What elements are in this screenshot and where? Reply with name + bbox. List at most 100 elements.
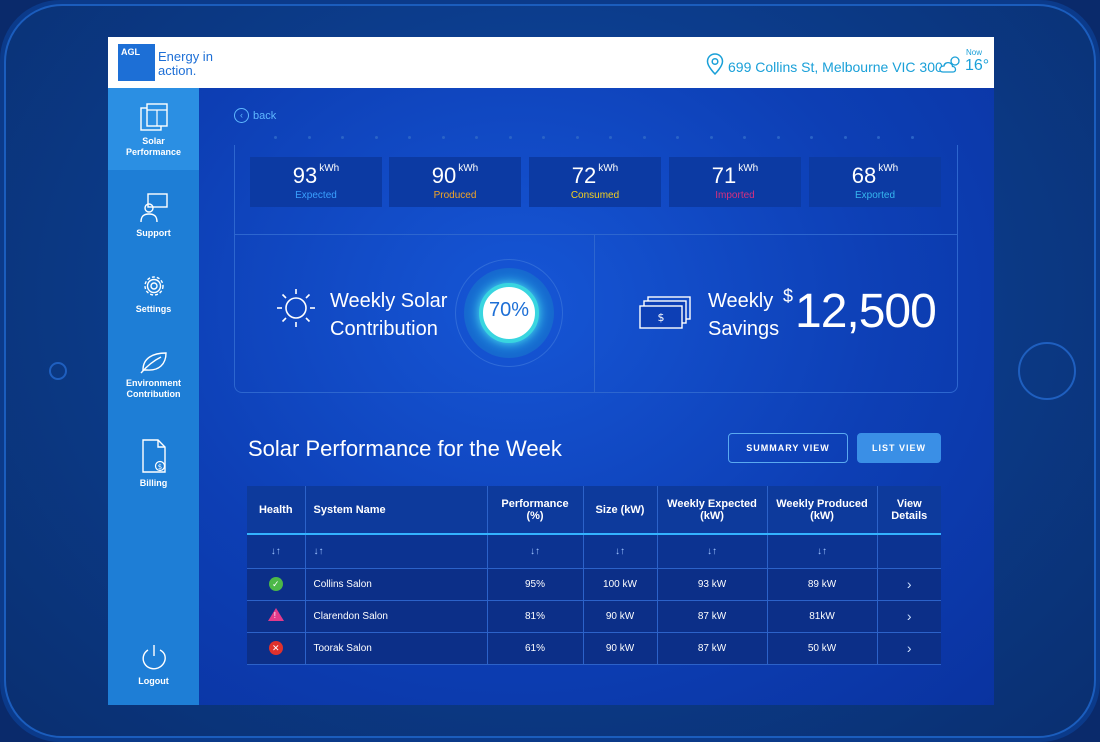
sort-weekly-produced[interactable]: ↓↑ <box>767 534 878 569</box>
location-address: 699 Collins St, Melbourne VIC 3000 <box>728 59 951 75</box>
stat-produced-label: Produced <box>433 190 477 201</box>
col-view-line-1: View <box>896 497 922 510</box>
performance-cell: 81% <box>487 600 584 633</box>
produced-cell: 50 kW <box>767 632 878 665</box>
app-screen: AGL Energy in action. 699 Collins St, Me… <box>108 37 994 705</box>
system-name-cell: Toorak Salon <box>305 632 488 665</box>
size-cell: 90 kW <box>583 632 658 665</box>
sidebar-label-support: Support <box>136 228 171 238</box>
sidebar-item-environment[interactable]: Environment Contribution <box>108 350 199 400</box>
col-health: Health <box>247 486 306 535</box>
table-row[interactable]: ✕ Toorak Salon 61% 90 kW 87 kW 50 kW › <box>247 632 941 665</box>
stat-consumed-unit: kWh <box>598 163 619 174</box>
solar-panel-icon <box>139 103 168 131</box>
col-performance-line-1: Performance <box>501 497 569 510</box>
sort-empty <box>877 534 941 569</box>
savings-amount: 12,500 <box>795 285 937 338</box>
stat-consumed-value: 72 <box>571 163 597 188</box>
col-performance: Performance (%) <box>487 486 584 535</box>
sidebar-label-logout: Logout <box>138 676 169 686</box>
table-header-row: Health System Name Performance (%) Size (… <box>247 486 941 535</box>
sidebar-label-settings: Settings <box>135 304 172 314</box>
view-details-button[interactable]: › <box>877 600 941 633</box>
stat-exported-unit: kWh <box>878 163 899 174</box>
back-label: back <box>253 109 277 122</box>
sort-health[interactable]: ↓↑ <box>247 534 306 569</box>
sort-system-name[interactable]: ↓↑ <box>305 534 488 569</box>
list-view-button[interactable]: LIST VIEW <box>857 433 941 463</box>
stat-exported-label: Exported <box>854 190 896 201</box>
timeline-dots <box>274 136 914 142</box>
stat-imported-value: 71 <box>711 163 737 188</box>
agl-logo[interactable]: AGL <box>118 44 155 81</box>
performance-table: Health System Name Performance (%) Size (… <box>247 486 941 665</box>
sidebar-label-solar-2: Performance <box>125 147 182 157</box>
size-cell: 90 kW <box>583 600 658 633</box>
savings-line-2: Savings <box>708 318 780 340</box>
logo-line-1: Energy in <box>158 49 213 64</box>
weather-now-label: Now <box>966 48 983 57</box>
sun-icon <box>277 289 315 327</box>
col-expected-line-2: (kW) <box>700 509 724 522</box>
col-produced-line-1: Weekly Produced <box>776 497 868 510</box>
weekly-savings-title: Weekly Savings <box>708 287 779 343</box>
savings-currency: $ <box>783 286 794 306</box>
view-details-button[interactable]: › <box>877 568 941 601</box>
solar-contribution-title: Weekly Solar Contribution <box>330 287 447 343</box>
stat-imported: 71 kWh Imported <box>669 157 801 207</box>
section-title: Solar Performance for the Week <box>248 436 562 461</box>
expected-cell: 87 kW <box>657 632 768 665</box>
check-icon: ✓ <box>268 577 283 591</box>
sidebar-item-support[interactable]: Support <box>108 192 199 239</box>
sidebar-label-environment-1: Environment <box>125 378 181 388</box>
stat-expected: 93 kWh Expected <box>250 157 382 207</box>
sidebar-item-settings[interactable]: Settings <box>108 272 199 315</box>
produced-cell: 81kW <box>767 600 878 633</box>
error-icon: ✕ <box>268 641 283 655</box>
back-link[interactable]: ‹ back <box>234 108 276 123</box>
stat-produced: 90 kWh Produced <box>389 157 521 207</box>
sort-performance[interactable]: ↓↑ <box>487 534 584 569</box>
logo-line-2: action. <box>158 63 197 78</box>
summary-view-button[interactable]: SUMMARY VIEW <box>728 433 848 463</box>
savings-line-1: Weekly <box>708 290 774 312</box>
table-row[interactable]: ! Clarendon Salon 81% 90 kW 87 kW 81kW › <box>247 600 941 633</box>
table-row[interactable]: ✓ Collins Salon 95% 100 kW 93 kW 89 kW › <box>247 568 941 601</box>
stat-imported-label: Imported <box>715 190 755 201</box>
view-details-button[interactable]: › <box>877 632 941 665</box>
tablet-home-button <box>1018 342 1076 400</box>
performance-cell: 95% <box>487 568 584 601</box>
svg-text:$: $ <box>157 463 161 471</box>
col-view-details: View Details <box>877 486 941 535</box>
expected-cell: 87 kW <box>657 600 768 633</box>
chevron-right-icon: › <box>906 576 912 592</box>
health-cell: ✓ <box>247 568 306 601</box>
sort-weekly-expected[interactable]: ↓↑ <box>657 534 768 569</box>
contribution-line-2: Contribution <box>330 318 438 340</box>
health-cell: ! <box>247 600 306 633</box>
size-cell: 100 kW <box>583 568 658 601</box>
stat-exported: 68 kWh Exported <box>809 157 941 207</box>
system-name-cell: Collins Salon <box>305 568 488 601</box>
col-weekly-produced: Weekly Produced (kW) <box>767 486 878 535</box>
col-view-line-2: Details <box>891 509 928 522</box>
health-cell: ✕ <box>247 632 306 665</box>
stat-exported-value: 68 <box>851 163 877 188</box>
support-chat-icon <box>139 193 168 223</box>
sidebar-item-logout[interactable]: Logout <box>108 644 199 687</box>
col-system-name: System Name <box>305 486 488 535</box>
sidebar-label-environment-2: Contribution <box>126 389 181 399</box>
sidebar-item-billing[interactable]: $ Billing <box>108 438 199 489</box>
cash-icon: $ <box>639 296 691 329</box>
expected-cell: 93 kW <box>657 568 768 601</box>
panel-divider-horizontal <box>234 234 958 235</box>
contribution-line-1: Weekly Solar <box>330 290 448 312</box>
sidebar-label-solar-1: Solar <box>142 136 165 146</box>
svg-text:$: $ <box>658 311 665 324</box>
sort-size[interactable]: ↓↑ <box>583 534 658 569</box>
sidebar-item-solar-performance[interactable]: Solar Performance <box>108 88 199 170</box>
main-content: ‹ back 93 kWh Expected 90 kWh Produced 72 k… <box>199 88 994 705</box>
chevron-right-icon: › <box>906 608 912 624</box>
panel-divider-vertical <box>594 234 595 392</box>
chevron-right-icon: › <box>906 640 912 656</box>
